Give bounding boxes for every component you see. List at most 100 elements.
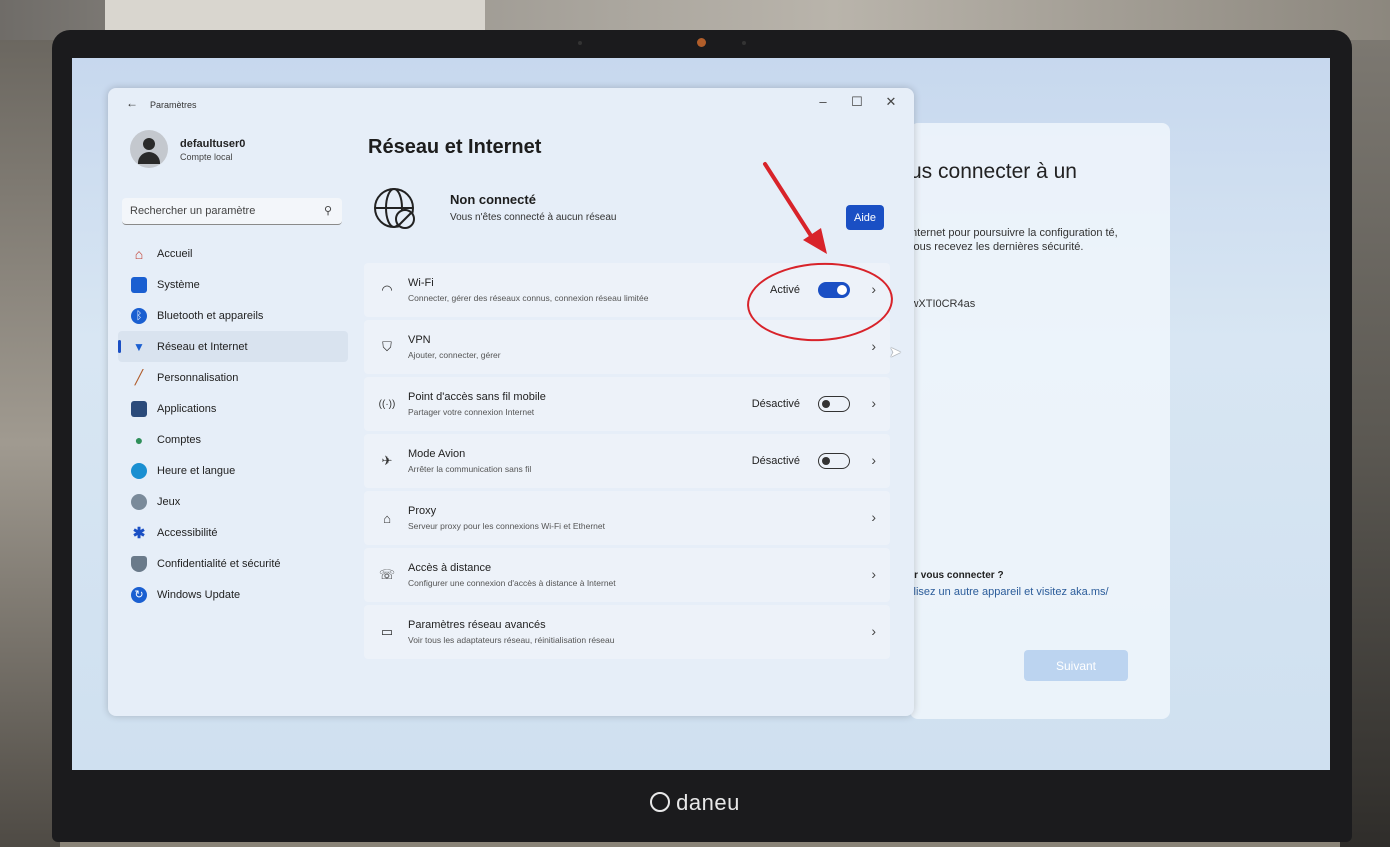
- minimize-button[interactable]: –: [808, 94, 838, 109]
- row-title: Proxy: [408, 505, 437, 517]
- status-subtitle: Vous n'êtes connecté à aucun réseau: [450, 212, 617, 223]
- wifi-icon: ▼: [133, 339, 145, 354]
- hotspot-toggle[interactable]: [818, 396, 850, 412]
- row-hotspot[interactable]: ((·)) Point d'accès sans fil mobile Part…: [364, 377, 890, 431]
- search-icon[interactable]: ⚲: [324, 204, 332, 217]
- row-subtitle: Voir tous les adaptateurs réseau, réinit…: [408, 635, 615, 645]
- bluetooth-icon: ᛒ: [131, 307, 147, 324]
- chevron-right-icon[interactable]: ›: [871, 338, 876, 354]
- sidebar-item-label: Réseau et Internet: [157, 340, 248, 353]
- oobe-question: ur vous connecter ?: [908, 570, 1004, 581]
- brush-icon: ╱: [134, 369, 144, 385]
- shield-icon: [131, 555, 147, 572]
- row-advanced[interactable]: ▭ Paramètres réseau avancés Voir tous le…: [364, 605, 890, 659]
- title-bar: ← Paramètres – ☐ ✕: [108, 88, 914, 120]
- back-arrow-icon[interactable]: ←: [126, 96, 138, 110]
- row-airplane[interactable]: ✈ Mode Avion Arrêter la communication sa…: [364, 434, 890, 488]
- sidebar-item-label: Accueil: [157, 247, 193, 260]
- monitor-icon: [131, 276, 147, 293]
- search-placeholder: Rechercher un paramètre: [130, 205, 256, 217]
- person-icon: ●: [134, 431, 144, 448]
- sidebar-nav: ⌂ Accueil Système ᛒ Bluetooth et apparei…: [118, 238, 348, 610]
- sidebar-item-confidentialite[interactable]: Confidentialité et sécurité: [118, 548, 348, 579]
- row-state: Désactivé: [751, 398, 800, 410]
- row-subtitle: Arrêter la communication sans fil: [408, 464, 532, 474]
- oobe-description: Internet pour poursuivre la configuratio…: [908, 227, 1118, 253]
- search-input[interactable]: Rechercher un paramètre ⚲: [122, 198, 342, 225]
- page-title: Réseau et Internet: [368, 136, 542, 158]
- paper-document: [105, 0, 485, 30]
- row-dialup[interactable]: ☏ Accès à distance Configurer une connex…: [364, 548, 890, 602]
- status-title: Non connecté: [450, 192, 536, 207]
- row-title: Accès à distance: [408, 562, 492, 574]
- sidebar-item-comptes[interactable]: ● Comptes: [118, 424, 348, 455]
- oobe-title: us connecter à un: [910, 160, 1077, 183]
- sensor-dot: [578, 41, 582, 45]
- brand-name: daneu: [676, 790, 740, 815]
- sidebar-item-applications[interactable]: Applications: [118, 393, 348, 424]
- account-type: Compte local: [180, 152, 233, 162]
- user-name: defaultuser0: [180, 138, 246, 150]
- row-title: Point d'accès sans fil mobile: [408, 391, 546, 403]
- vpn-shield-icon: ⛉: [382, 339, 392, 354]
- chevron-right-icon[interactable]: ›: [871, 623, 876, 639]
- mouse-cursor-icon: ➤: [889, 344, 902, 361]
- sidebar-item-systeme[interactable]: Système: [118, 269, 348, 300]
- row-title: Wi-Fi: [408, 277, 434, 289]
- sidebar-item-windows-update[interactable]: ↻ Windows Update: [118, 579, 348, 610]
- sidebar-item-label: Système: [157, 278, 200, 291]
- app-title: Paramètres: [150, 100, 197, 110]
- accessibility-icon: ✱: [132, 524, 146, 542]
- desk-left: [0, 40, 60, 847]
- next-button[interactable]: Suivant: [1024, 650, 1128, 681]
- apps-icon: [131, 400, 147, 417]
- row-subtitle: Partager votre connexion Internet: [408, 407, 535, 417]
- help-button[interactable]: Aide: [846, 205, 884, 230]
- row-subtitle: Connecter, gérer des réseaux connus, con…: [408, 293, 649, 303]
- chevron-right-icon[interactable]: ›: [871, 566, 876, 582]
- red-arrow-annotation: [763, 162, 827, 254]
- row-proxy[interactable]: ⌂ Proxy Serveur proxy pour les connexion…: [364, 491, 890, 545]
- chevron-right-icon[interactable]: ›: [871, 395, 876, 411]
- chevron-right-icon[interactable]: ›: [871, 452, 876, 468]
- sidebar-item-reseau[interactable]: ▼ Réseau et Internet: [118, 331, 348, 362]
- home-icon: ⌂: [134, 245, 144, 262]
- brand-mark-icon: [650, 792, 671, 812]
- sidebar-item-label: Bluetooth et appareils: [157, 309, 264, 322]
- sidebar-item-label: Accessibilité: [157, 526, 218, 539]
- dialup-icon: ☏: [378, 567, 396, 582]
- network-monitor-icon: ▭: [380, 624, 394, 639]
- sidebar-item-label: Applications: [157, 402, 217, 415]
- row-title: Paramètres réseau avancés: [408, 619, 546, 631]
- sidebar-item-label: Comptes: [157, 433, 202, 446]
- sidebar-item-heure[interactable]: Heure et langue: [118, 455, 348, 486]
- wifi-icon: ◠: [381, 282, 393, 297]
- avatar: [130, 130, 168, 168]
- sidebar-item-jeux[interactable]: Jeux: [118, 486, 348, 517]
- sidebar-item-accueil[interactable]: ⌂ Accueil: [118, 238, 348, 269]
- airplane-toggle[interactable]: [818, 453, 850, 469]
- laptop-screen: us connecter à un Internet pour poursuiv…: [72, 58, 1330, 770]
- row-state: Désactivé: [751, 455, 800, 467]
- webcam: [697, 38, 706, 47]
- chevron-right-icon[interactable]: ›: [871, 509, 876, 525]
- sidebar-item-label: Jeux: [157, 495, 181, 508]
- close-button[interactable]: ✕: [876, 94, 906, 110]
- brand-logo: daneu: [0, 790, 1390, 816]
- proxy-icon: ⌂: [383, 510, 391, 526]
- sidebar-item-label: Heure et langue: [157, 464, 236, 477]
- hotspot-icon: ((·)): [378, 398, 396, 410]
- row-title: Mode Avion: [408, 448, 466, 460]
- sidebar-item-personnalisation[interactable]: ╱ Personnalisation: [118, 362, 348, 393]
- row-title: VPN: [408, 334, 431, 346]
- oobe-hint-link[interactable]: tilisez un autre appareil et visitez aka…: [908, 586, 1109, 598]
- oobe-window: [910, 123, 1170, 719]
- row-subtitle: Ajouter, connecter, gérer: [408, 350, 501, 360]
- sidebar-item-bluetooth[interactable]: ᛒ Bluetooth et appareils: [118, 300, 348, 331]
- gamepad-icon: [131, 493, 147, 510]
- sidebar-item-accessibilite[interactable]: ✱ Accessibilité: [118, 517, 348, 548]
- sidebar-item-label: Personnalisation: [157, 371, 239, 384]
- globe-clock-icon: [131, 462, 147, 479]
- sidebar-item-label: Windows Update: [157, 588, 241, 601]
- maximize-button[interactable]: ☐: [842, 94, 872, 110]
